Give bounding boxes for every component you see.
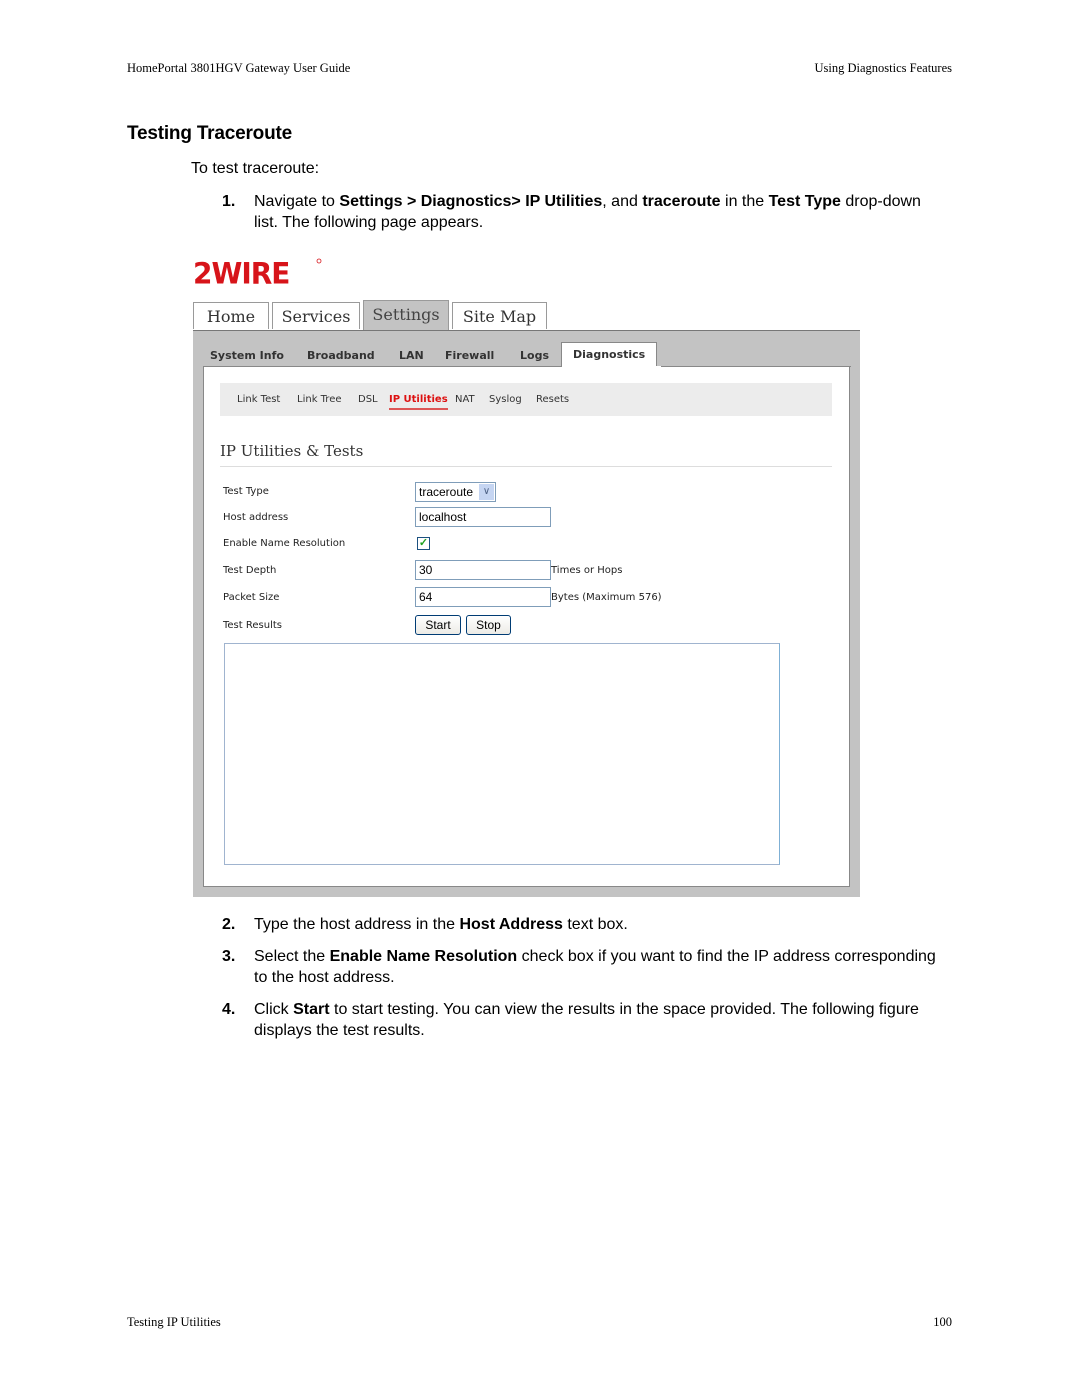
step-number: 3. [222,948,236,965]
subtab-lan[interactable]: LAN [399,349,424,362]
test-depth-input[interactable]: 30 [415,560,551,580]
step-4: 4. Click Start to start testing. You can… [222,999,942,1041]
tool-dsl[interactable]: DSL [358,394,378,405]
running-footer-section: Testing IP Utilities [127,1315,221,1329]
text-run: , and [602,193,643,210]
tool-link-tree[interactable]: Link Tree [297,394,342,405]
step-number: 2. [222,916,236,933]
subtab-system-info[interactable]: System Info [210,349,284,362]
router-ui-screenshot: 2WIRE Home Services Settings Site Map Sy… [190,248,862,898]
divider [220,466,832,467]
tool-syslog[interactable]: Syslog [489,394,522,405]
host-address-label: Host address [223,512,289,523]
divider [661,366,851,367]
tab-services[interactable]: Services [272,302,360,329]
name-resolution-checkbox[interactable]: ✓ [417,537,430,550]
section-heading: IP Utilities & Tests [220,442,364,460]
test-type-value: traceroute [419,485,474,499]
tab-home[interactable]: Home [193,302,269,329]
2wire-logo: 2WIRE [193,256,322,287]
text-run: Click [254,1001,294,1018]
text-run: Navigate to [254,193,340,210]
running-header-chapter: Using Diagnostics Features [814,61,952,75]
bold-term: Test Type [768,193,841,210]
page-number: 100 [933,1315,952,1329]
test-type-select[interactable]: traceroute ∨ [415,482,496,502]
text-run: Type the host address in the [254,916,460,933]
text-run: to start testing. You can view the resul… [254,1001,919,1039]
packet-size-input[interactable]: 64 [415,587,551,607]
diagnostics-toolbar: Link Test Link Tree DSL IP Utilities NAT… [220,383,832,416]
step-text: Type the host address in the Host Addres… [254,914,942,935]
stop-button[interactable]: Stop [466,615,511,635]
tool-resets[interactable]: Resets [536,394,569,405]
test-depth-unit: Times or Hops [551,565,623,576]
tab-settings[interactable]: Settings [363,300,449,330]
test-type-label: Test Type [223,486,269,497]
bold-term: Start [293,1001,330,1018]
text-run: Select the [254,948,330,965]
bold-term: traceroute [642,193,721,210]
logo-text: 2WIRE [193,256,289,287]
tool-nat[interactable]: NAT [455,394,475,405]
host-address-input[interactable]: localhost [415,507,551,527]
diagnostics-content: Link Test Link Tree DSL IP Utilities NAT… [203,366,851,887]
start-button[interactable]: Start [415,615,461,635]
subtab-firewall[interactable]: Firewall [445,349,494,362]
tool-link-test[interactable]: Link Test [237,394,280,405]
step-text: Navigate to Settings > Diagnostics> IP U… [254,191,942,233]
intro-text: To test traceroute: [191,160,320,177]
subtab-diagnostics[interactable]: Diagnostics [561,342,658,366]
subtab-broadband[interactable]: Broadband [307,349,375,362]
chevron-down-icon[interactable]: ∨ [479,484,494,500]
step-text: Click Start to start testing. You can vi… [254,999,942,1041]
step-3: 3. Select the Enable Name Resolution che… [222,946,942,988]
text-run: in the [720,193,769,210]
packet-size-unit: Bytes (Maximum 576) [551,592,662,603]
test-results-textarea[interactable] [224,643,780,865]
checkmark-icon: ✓ [418,537,429,549]
bold-term: Host Address [459,916,563,933]
test-depth-label: Test Depth [223,565,277,576]
divider [204,366,562,367]
section-title: Testing Traceroute [127,123,292,144]
settings-panel: System Info Broadband LAN Firewall Logs … [193,330,860,897]
step-1: 1. Navigate to Settings > Diagnostics> I… [222,191,942,233]
bold-term: Settings > Diagnostics> IP Utilities [339,193,603,210]
step-text: Select the Enable Name Resolution check … [254,946,942,988]
step-number: 4. [222,1001,236,1018]
text-run: text box. [562,916,628,933]
tool-ip-utilities[interactable]: IP Utilities [389,394,448,410]
subtab-logs[interactable]: Logs [520,349,549,362]
tab-site-map[interactable]: Site Map [452,302,547,329]
bold-term: Enable Name Resolution [329,948,518,965]
running-header-title: HomePortal 3801HGV Gateway User Guide [127,61,351,75]
test-results-label: Test Results [223,620,282,631]
step-2: 2. Type the host address in the Host Add… [222,914,942,935]
name-resolution-label: Enable Name Resolution [223,538,346,549]
packet-size-label: Packet Size [223,592,280,603]
step-number: 1. [222,193,236,210]
